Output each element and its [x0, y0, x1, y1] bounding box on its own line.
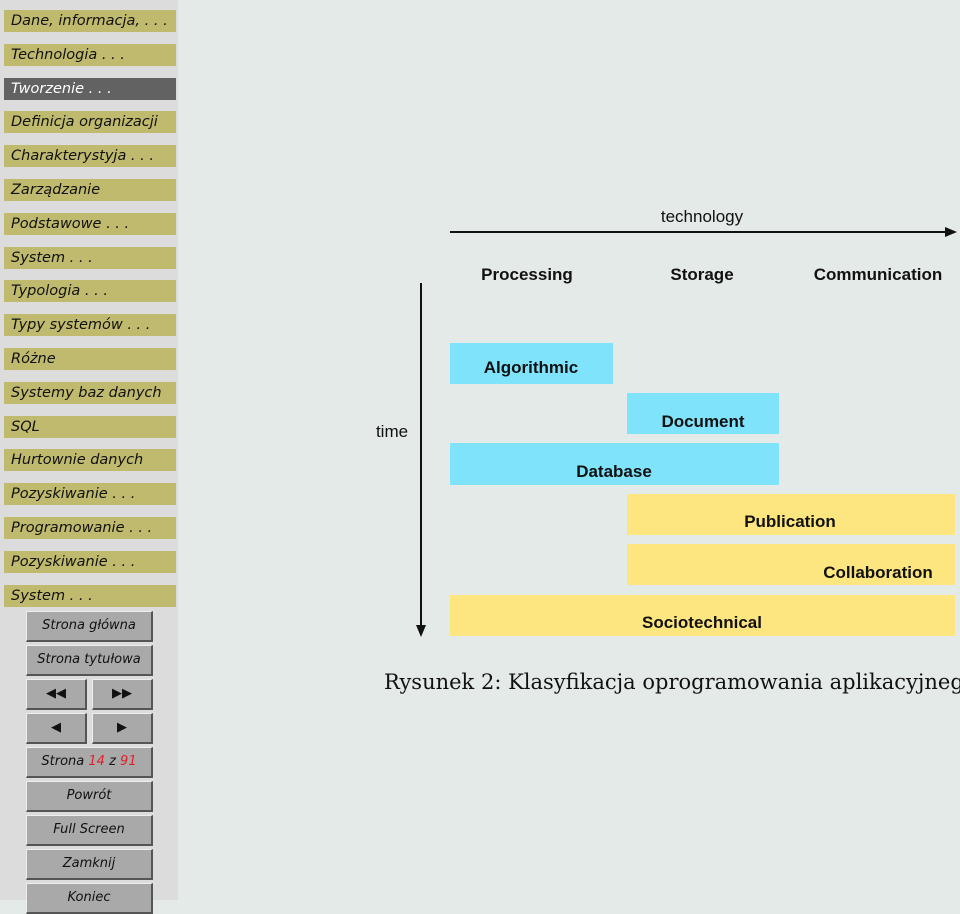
figure-caption: Rysunek 2: Klasyfikacja oprogramowania a…: [384, 670, 960, 694]
box-label: Document: [661, 412, 745, 431]
column-storage: Storage: [670, 265, 734, 284]
box-label: Algorithmic: [483, 358, 579, 377]
box-label: Publication: [744, 512, 836, 531]
technology-arrow: [450, 227, 957, 237]
technology-axis-label: technology: [660, 207, 744, 226]
column-communication: Communication: [813, 265, 943, 284]
box-label: Collaboration: [823, 563, 933, 582]
box-label: Database: [576, 462, 652, 481]
time-arrow: [416, 283, 426, 637]
column-processing: Processing: [481, 265, 573, 284]
time-axis-label: time: [375, 422, 409, 441]
box-label: Sociotechnical: [642, 613, 762, 632]
